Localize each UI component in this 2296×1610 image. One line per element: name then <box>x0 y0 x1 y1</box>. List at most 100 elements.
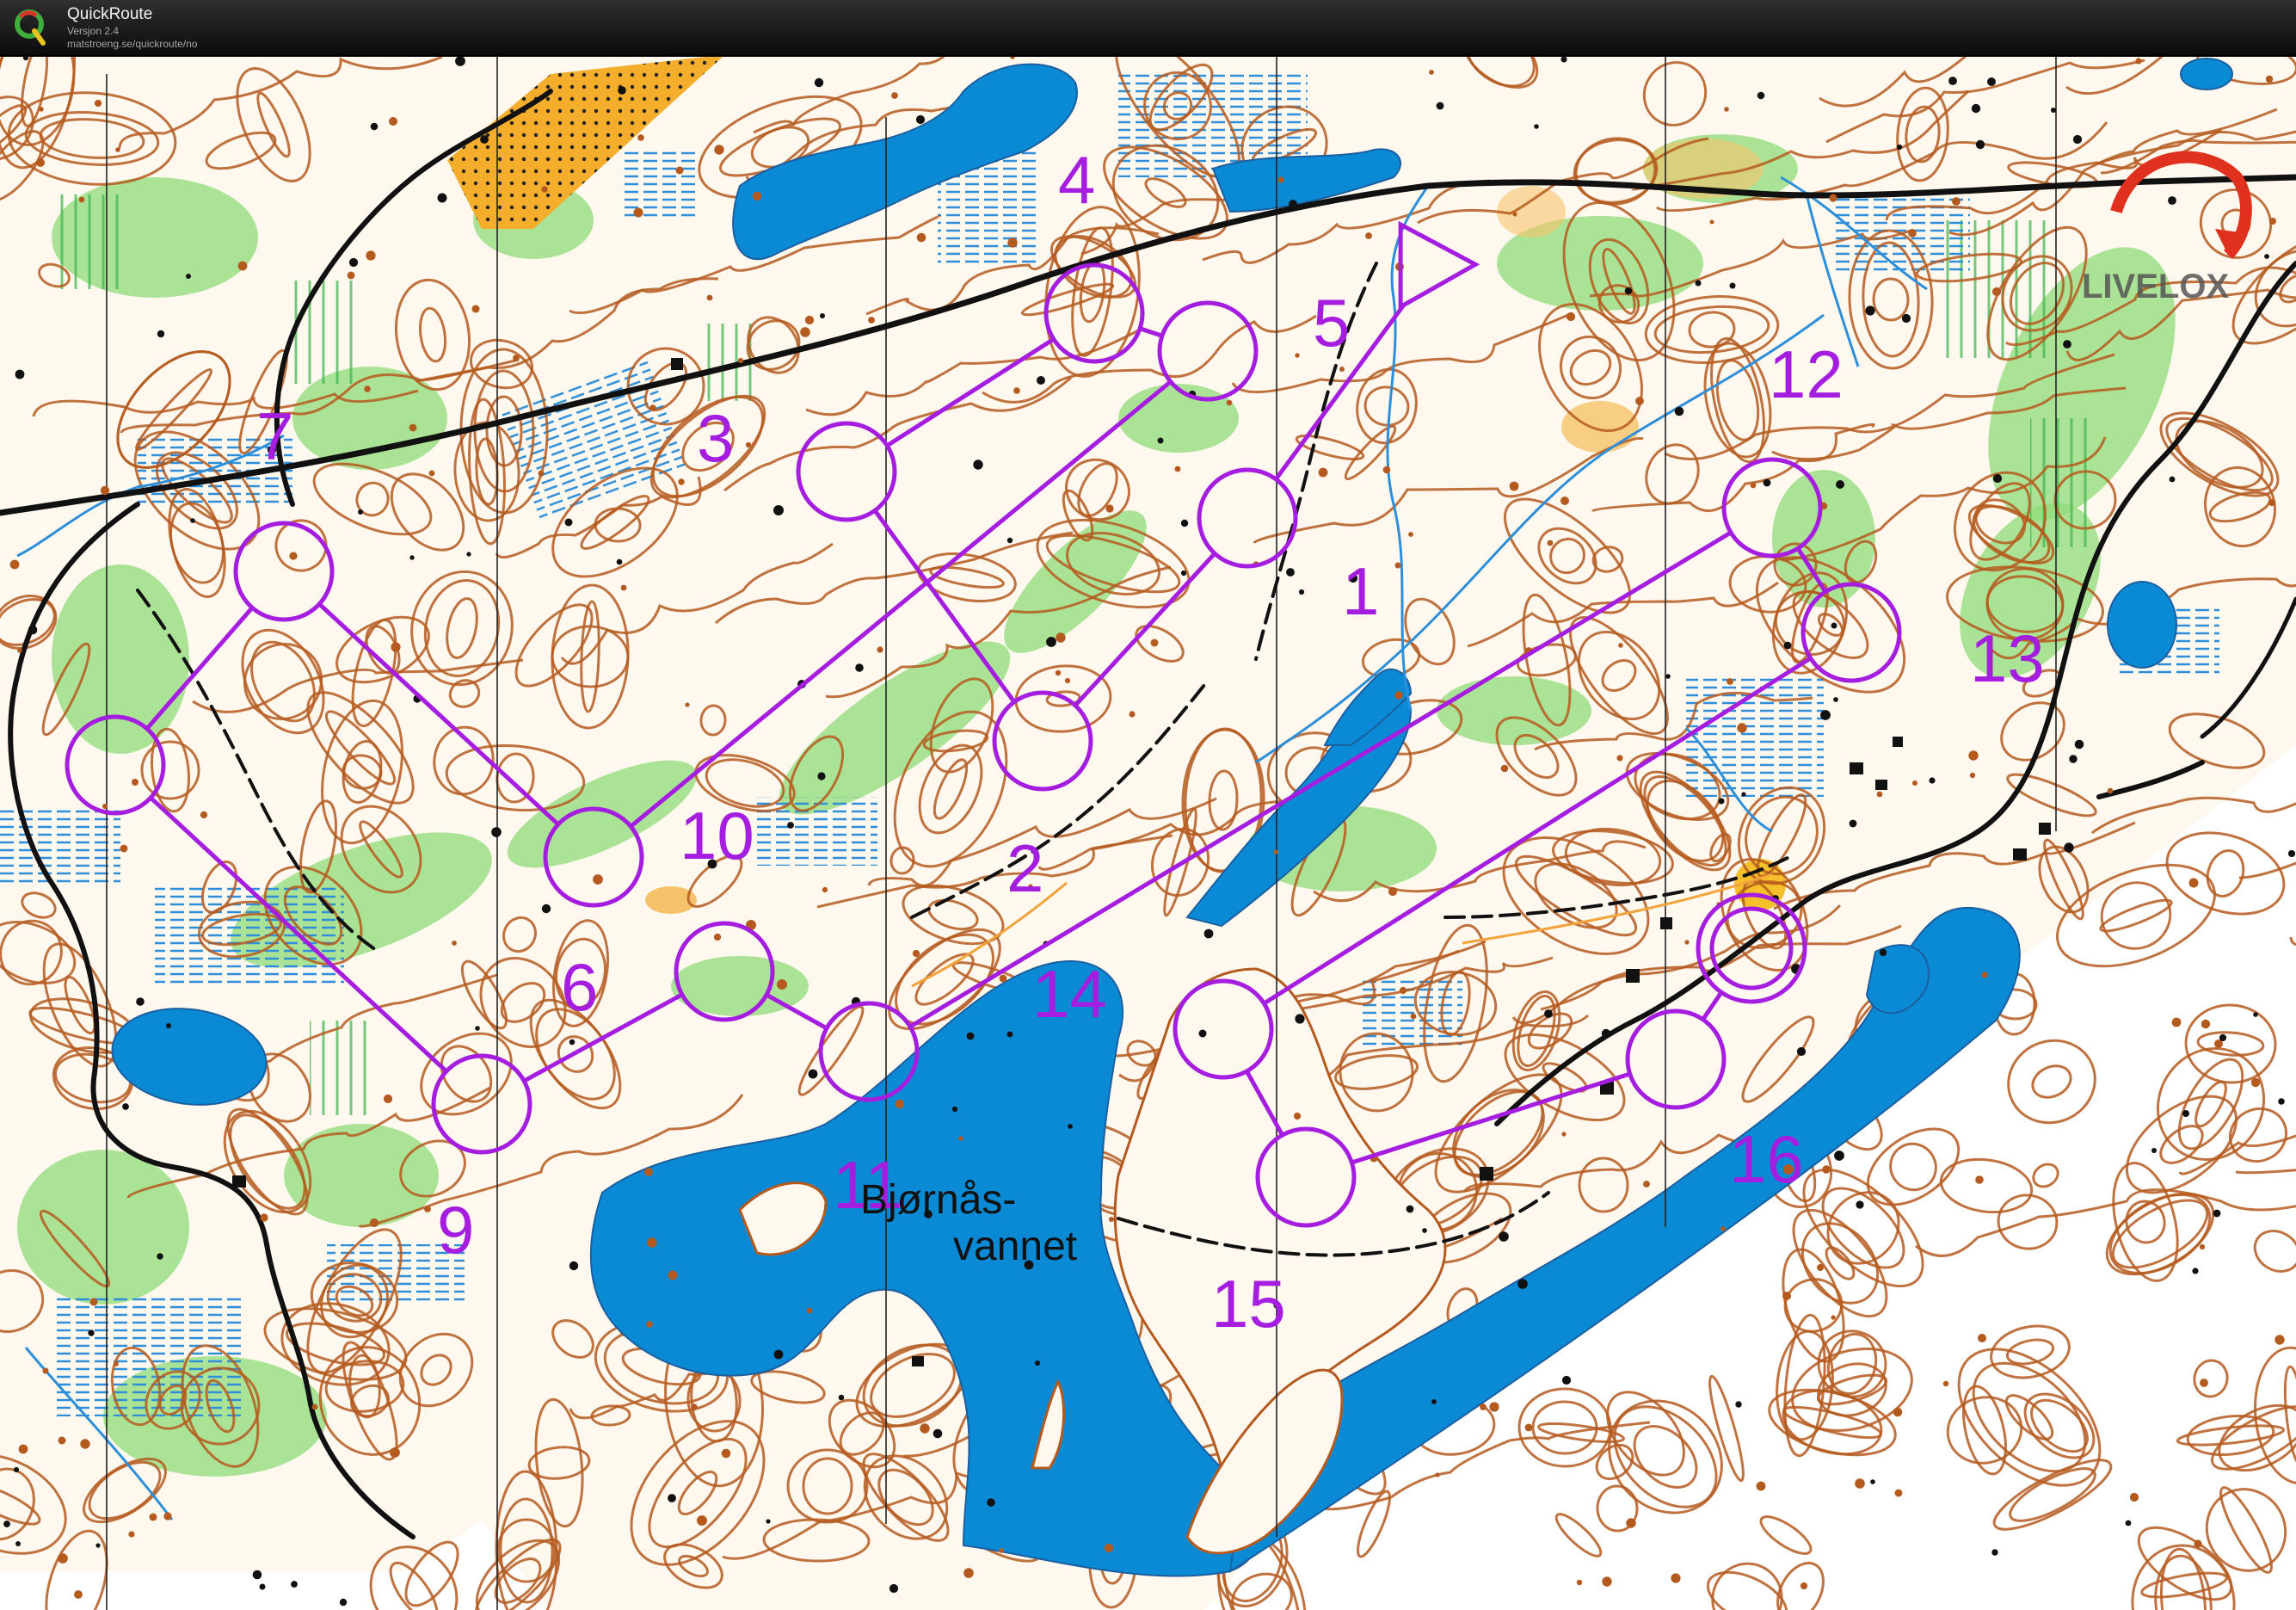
knoll-dot <box>541 186 548 193</box>
knoll-dot <box>1948 77 1957 85</box>
knoll-dot <box>1509 481 1519 491</box>
knoll-dot <box>808 1069 818 1079</box>
knoll-dot <box>2129 1492 2139 1502</box>
knoll-dot <box>1855 1478 1865 1489</box>
knoll-dot <box>1992 473 2003 484</box>
knoll-dot <box>452 941 457 946</box>
knoll-dot <box>1894 1489 1903 1497</box>
knoll-dot <box>114 1361 119 1366</box>
knoll-dot <box>1561 1132 1567 1137</box>
knoll-dot <box>691 1403 698 1410</box>
knoll-dot <box>1876 791 1883 798</box>
knoll-dot <box>2219 1033 2227 1042</box>
knoll-dot <box>966 1032 975 1040</box>
knoll-dot <box>1879 948 1887 957</box>
knoll-dot <box>1912 780 1917 786</box>
knoll-dot <box>713 933 722 941</box>
knoll-dot <box>2125 1520 2132 1527</box>
knoll-dot <box>820 313 825 318</box>
knoll-dot <box>15 1541 21 1546</box>
knoll-dot <box>132 779 138 786</box>
control-number-c2: 2 <box>1006 830 1043 906</box>
knoll-dot <box>2194 1539 2202 1548</box>
knoll-dot <box>649 404 656 411</box>
knoll-dot <box>1150 638 1159 647</box>
knoll-dot <box>1856 1200 1864 1209</box>
knoll-dot <box>149 1513 157 1521</box>
knoll-dot <box>115 147 120 152</box>
knoll-dot <box>80 1439 90 1449</box>
control-number-c4: 4 <box>1058 142 1095 218</box>
knoll-dot <box>383 1094 393 1104</box>
knoll-dot <box>513 355 520 361</box>
knoll-dot <box>1624 287 1633 295</box>
knoll-dot <box>74 1590 83 1599</box>
knoll-dot <box>369 1218 379 1228</box>
knoll-dot <box>1524 1423 1533 1432</box>
knoll-dot <box>951 1106 958 1113</box>
knoll-dot <box>1056 632 1066 643</box>
knoll-dot <box>1157 437 1164 444</box>
knoll-dot <box>916 232 926 243</box>
knoll-dot <box>745 441 752 448</box>
knoll-dot <box>1006 537 1013 544</box>
knoll-dot <box>1007 237 1018 248</box>
knoll-dot <box>620 584 627 591</box>
knoll-dot <box>1695 280 1702 287</box>
knoll-dot <box>2213 1209 2221 1218</box>
knoll-dot <box>1735 1401 1742 1408</box>
knoll-dot <box>1978 1334 1986 1342</box>
knoll-dot <box>1971 103 1981 114</box>
knoll-dot <box>1724 107 1729 112</box>
knoll-dot <box>2135 58 2142 65</box>
knoll-dot <box>1295 353 1300 358</box>
knoll-dot <box>364 386 371 392</box>
knoll-dot <box>1727 678 1733 685</box>
knoll-dot <box>120 844 128 853</box>
knoll-dot <box>877 646 883 653</box>
knoll-dot <box>424 1206 431 1212</box>
knoll-dot <box>409 555 415 560</box>
knoll-dot <box>1831 1315 1836 1320</box>
knoll-dot <box>1729 282 1736 289</box>
knoll-dot <box>538 470 545 477</box>
knoll-dot <box>1006 1031 1013 1038</box>
knoll-dot <box>1987 77 1996 86</box>
knoll-dot <box>1836 480 1844 489</box>
knoll-dot <box>1849 819 1857 828</box>
orienteering-map-canvas[interactable]: LIVELOX 1 2 3 4 5 6 7 9 10 11 12 13 14 15 16 Bjørnås- … <box>0 57 2296 1610</box>
knoll-dot <box>13 1466 20 1473</box>
knoll-dot <box>2151 1148 2157 1153</box>
knoll-dot <box>2264 254 2269 259</box>
knoll-dot <box>437 193 447 203</box>
knoll-dot <box>2268 498 2276 507</box>
knoll-dot <box>1718 798 1725 805</box>
knoll-dot <box>28 625 38 635</box>
knoll-dot <box>973 460 983 470</box>
knoll-dot <box>1499 1231 1509 1242</box>
knoll-dot <box>804 315 815 325</box>
knoll-dot <box>541 904 551 914</box>
knoll-dot <box>100 485 110 496</box>
knoll-dot <box>1626 1518 1636 1528</box>
knoll-dot <box>95 1543 101 1548</box>
knoll-dot <box>1709 219 1714 225</box>
knoll-dot <box>2201 1019 2211 1029</box>
knoll-dot <box>2265 75 2274 83</box>
knoll-dot <box>1968 750 1979 761</box>
knoll-dot <box>1783 641 1792 650</box>
knoll-dot <box>1908 229 1917 237</box>
knoll-dot <box>1388 886 1398 897</box>
knoll-dot <box>1035 1360 1040 1366</box>
knoll-dot <box>475 1026 480 1031</box>
knoll-dot <box>1226 399 1233 406</box>
knoll-dot <box>1870 1479 1875 1484</box>
knoll-dot <box>616 558 623 565</box>
knoll-dot <box>391 642 401 652</box>
knoll-dot <box>987 1498 995 1507</box>
knoll-dot <box>773 505 784 515</box>
control-number-c10: 10 <box>680 798 754 873</box>
pond-top-right <box>2180 58 2233 90</box>
knoll-dot <box>933 1428 943 1439</box>
knoll-dot <box>800 327 810 337</box>
